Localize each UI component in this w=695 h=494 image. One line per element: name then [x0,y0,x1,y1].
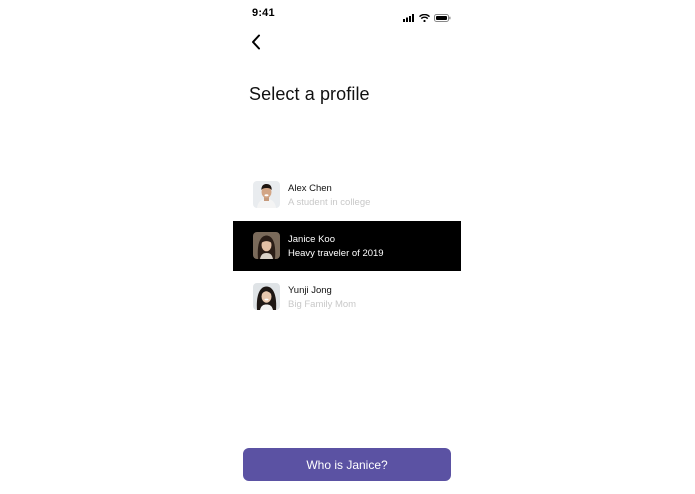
profile-description: Big Family Mom [288,299,357,310]
profile-description: Heavy traveler of 2019 [288,248,384,259]
status-time: 9:41 [252,7,275,19]
profile-description: A student in college [288,197,371,208]
status-bar: 9:41 [233,0,461,26]
profile-name: Janice Koo [288,234,336,245]
back-button[interactable] [245,33,267,55]
wifi-icon [419,9,430,27]
avatar [253,232,280,259]
who-is-janice-button[interactable]: Who is Janice? [243,448,451,481]
profile-item-alex-chen[interactable]: Alex Chen A student in college [233,170,461,220]
signal-icon [403,9,415,27]
profile-name: Alex Chen [288,183,332,194]
avatar [253,181,280,208]
status-icons [403,9,451,27]
profile-item-janice-koo[interactable]: Janice Koo Heavy traveler of 2019 [233,221,461,271]
phone-screen: 9:41 Select a profile Alex Chen A studen… [233,0,461,494]
avatar [253,283,280,310]
chevron-left-icon [250,34,262,55]
profile-item-yunji-jong[interactable]: Yunji Jong Big Family Mom [233,272,461,322]
profile-name: Yunji Jong [288,285,332,296]
battery-icon [434,9,451,27]
page-title: Select a profile [249,84,370,104]
